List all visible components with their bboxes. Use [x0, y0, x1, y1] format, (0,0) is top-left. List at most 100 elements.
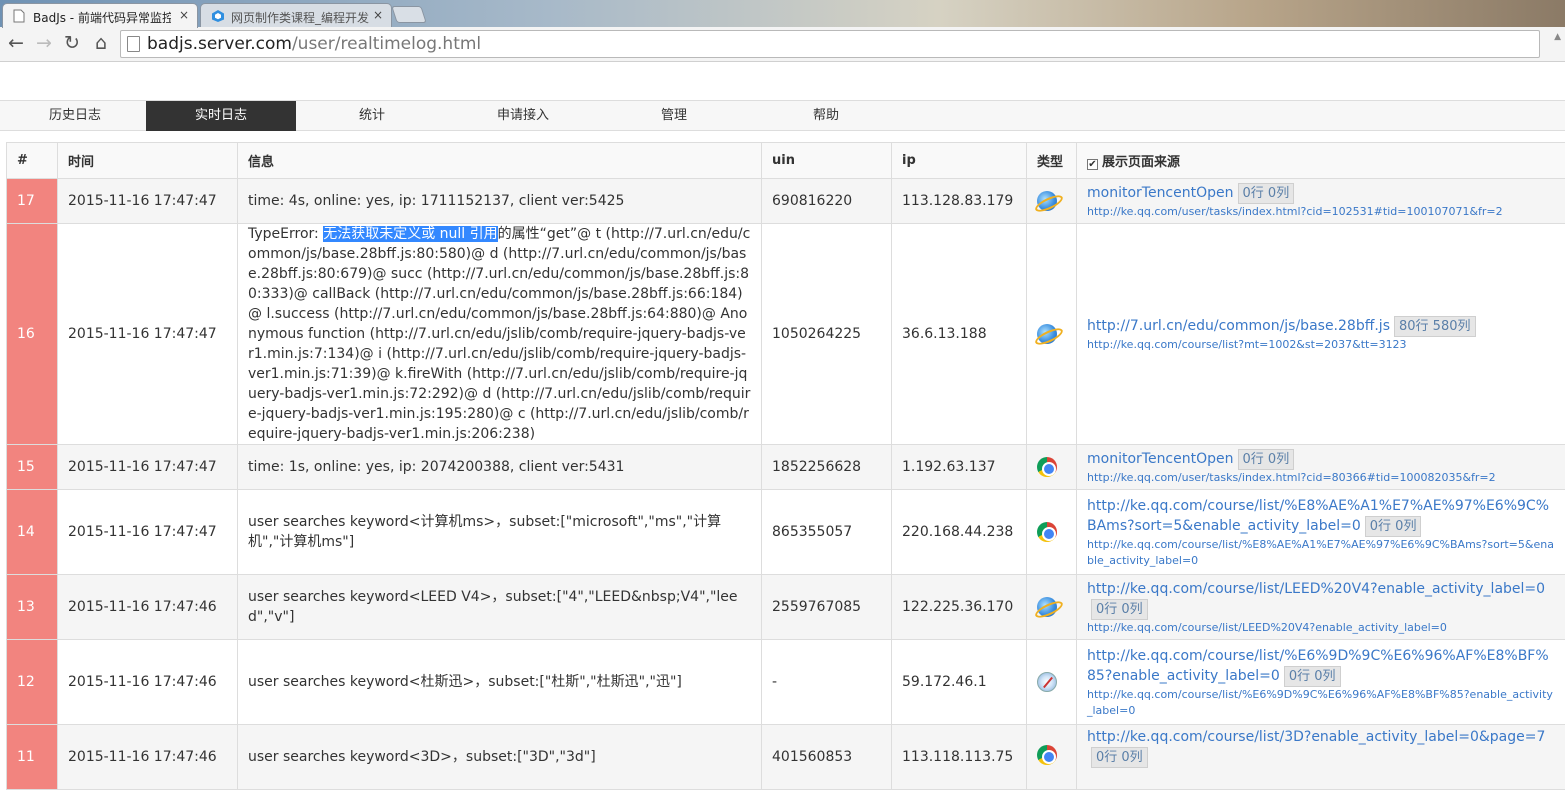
page-url-link[interactable]: http://ke.qq.com/user/tasks/index.html?c… [1087, 470, 1555, 486]
row-source: http://7.url.cn/edu/common/js/base.28bff… [1077, 224, 1565, 445]
row-browser [1027, 179, 1077, 224]
page-url-link[interactable]: http://ke.qq.com/course/list/%E8%AE%A1%E… [1087, 537, 1555, 569]
row-col-badge: 0行 0列 [1238, 183, 1295, 204]
row-source: http://ke.qq.com/course/list/%E6%9D%9C%E… [1077, 640, 1565, 725]
nav-item-realtime[interactable]: 实时日志 [146, 101, 296, 131]
row-source: http://ke.qq.com/course/list/%E8%AE%A1%E… [1077, 490, 1565, 575]
row-ip: 1.192.63.137 [892, 445, 1027, 490]
tab-title: 网页制作类课程_编程开发 [231, 9, 369, 26]
source-link[interactable]: http://ke.qq.com/course/list/LEED%20V4?e… [1087, 581, 1545, 597]
scroll-up-arrow-icon[interactable]: ▲ [1554, 32, 1561, 42]
table-row: 15 2015-11-16 17:47:47 time: 1s, online:… [7, 445, 1565, 490]
source-link[interactable]: http://ke.qq.com/course/list/3D?enable_a… [1087, 729, 1545, 745]
row-ip: 122.225.36.170 [892, 575, 1027, 640]
page-url-link[interactable]: http://ke.qq.com/course/list/LEED%20V4?e… [1087, 620, 1555, 636]
column-header-idx: # [7, 143, 58, 179]
row-ip: 36.6.13.188 [892, 224, 1027, 445]
row-source: http://ke.qq.com/course/list/3D?enable_a… [1077, 725, 1565, 790]
row-time: 2015-11-16 17:47:46 [58, 575, 238, 640]
source-link[interactable]: monitorTencentOpen [1087, 185, 1234, 201]
row-col-badge: 0行 0列 [1365, 516, 1422, 537]
browser-tabstrip: BadJs - 前端代码异常监控 × 网页制作类课程_编程开发 × [0, 0, 1565, 27]
row-time: 2015-11-16 17:47:47 [58, 490, 238, 575]
row-index: 11 [7, 725, 58, 790]
selected-text: 无法获取未定义或 null 引用 [323, 226, 497, 242]
row-col-badge: 80行 580列 [1394, 316, 1476, 337]
row-browser [1027, 575, 1077, 640]
ie-icon [1037, 191, 1057, 211]
back-icon[interactable]: ← [4, 31, 28, 55]
page-url-link[interactable]: http://ke.qq.com/course/list/%E6%9D%9C%E… [1087, 687, 1555, 719]
row-col-badge: 0行 0列 [1238, 449, 1295, 470]
row-time: 2015-11-16 17:47:46 [58, 640, 238, 725]
ie-icon [1037, 597, 1057, 617]
row-col-badge: 0行 0列 [1091, 747, 1148, 768]
nav-item-help[interactable]: 帮助 [751, 101, 901, 131]
ie-icon [1037, 324, 1057, 344]
nav-item-apply[interactable]: 申请接入 [448, 101, 598, 131]
show-source-checkbox[interactable]: ✔ [1087, 159, 1098, 170]
row-info: user searches keyword<计算机ms>，subset:["mi… [238, 490, 762, 575]
row-time: 2015-11-16 17:47:46 [58, 725, 238, 790]
column-header-uin: uin [762, 143, 892, 179]
row-ip: 113.118.113.75 [892, 725, 1027, 790]
row-info: time: 1s, online: yes, ip: 2074200388, c… [238, 445, 762, 490]
row-ip: 220.168.44.238 [892, 490, 1027, 575]
browser-tab-badjs[interactable]: BadJs - 前端代码异常监控 × [2, 3, 198, 28]
main-nav: 历史日志 实时日志 统计 申请接入 管理 帮助 [0, 100, 1565, 131]
browser-toolbar: ← → ↻ ⌂ badjs.server.com/user/realtimelo… [0, 27, 1565, 62]
reload-icon[interactable]: ↻ [60, 31, 84, 55]
row-info: user searches keyword<3D>，subset:["3D","… [238, 725, 762, 790]
row-uin: - [762, 640, 892, 725]
address-bar[interactable]: badjs.server.com/user/realtimelog.html [120, 30, 1540, 58]
row-uin: 401560853 [762, 725, 892, 790]
table-row: 16 2015-11-16 17:47:47 TypeError: 无法获取未定… [7, 224, 1565, 445]
chrome-icon [1037, 745, 1057, 765]
browser-tab-course[interactable]: 网页制作类课程_编程开发 × [200, 3, 392, 28]
chrome-icon [1037, 457, 1057, 477]
row-uin: 2559767085 [762, 575, 892, 640]
url-host: badjs.server.com [147, 34, 292, 54]
source-link[interactable]: http://7.url.cn/edu/common/js/base.28bff… [1087, 318, 1390, 334]
close-icon[interactable]: × [373, 8, 383, 22]
nav-item-stats[interactable]: 统计 [297, 101, 447, 131]
table-row: 11 2015-11-16 17:47:46 user searches key… [7, 725, 1565, 790]
safari-icon [1037, 672, 1057, 692]
row-ip: 59.172.46.1 [892, 640, 1027, 725]
close-icon[interactable]: × [179, 8, 189, 22]
row-ip: 113.128.83.179 [892, 179, 1027, 224]
page-url-link[interactable]: http://ke.qq.com/user/tasks/index.html?c… [1087, 204, 1555, 220]
row-index: 14 [7, 490, 58, 575]
row-source: http://ke.qq.com/course/list/LEED%20V4?e… [1077, 575, 1565, 640]
chrome-icon [1037, 522, 1057, 542]
source-link[interactable]: http://ke.qq.com/course/list/%E8%AE%A1%E… [1087, 498, 1549, 534]
column-header-source: ✔ 展示页面来源 [1077, 143, 1565, 179]
row-browser [1027, 490, 1077, 575]
forward-icon[interactable]: → [32, 31, 56, 55]
row-col-badge: 0行 0列 [1284, 666, 1341, 687]
home-icon[interactable]: ⌂ [89, 31, 113, 55]
show-source-label: 展示页面来源 [1102, 155, 1180, 170]
page-url-link[interactable]: http://ke.qq.com/course/list?mt=1002&st=… [1087, 337, 1555, 353]
table-row: 17 2015-11-16 17:47:47 time: 4s, online:… [7, 179, 1565, 224]
row-browser [1027, 640, 1077, 725]
row-info: user searches keyword<LEED V4>，subset:["… [238, 575, 762, 640]
row-uin: 865355057 [762, 490, 892, 575]
row-index: 12 [7, 640, 58, 725]
nav-item-manage[interactable]: 管理 [599, 101, 749, 131]
tab-title: BadJs - 前端代码异常监控 [33, 9, 171, 26]
table-header-row: # 时间 信息 uin ip 类型 ✔展示页面来源 [7, 143, 1565, 179]
new-tab-button[interactable] [391, 6, 427, 23]
table-row: 14 2015-11-16 17:47:47 user searches key… [7, 490, 1565, 575]
row-uin: 690816220 [762, 179, 892, 224]
table-row: 13 2015-11-16 17:47:46 user searches key… [7, 575, 1565, 640]
row-col-badge: 0行 0列 [1091, 599, 1148, 620]
column-header-info: 信息 [238, 143, 762, 179]
page-icon [127, 36, 140, 52]
nav-item-history[interactable]: 历史日志 [0, 101, 150, 131]
source-link[interactable]: monitorTencentOpen [1087, 451, 1234, 467]
info-rest: 的属性“get”@ t (http://7.url.cn/edu/common/… [248, 226, 750, 442]
row-time: 2015-11-16 17:47:47 [58, 224, 238, 445]
row-index: 16 [7, 224, 58, 445]
row-uin: 1050264225 [762, 224, 892, 445]
